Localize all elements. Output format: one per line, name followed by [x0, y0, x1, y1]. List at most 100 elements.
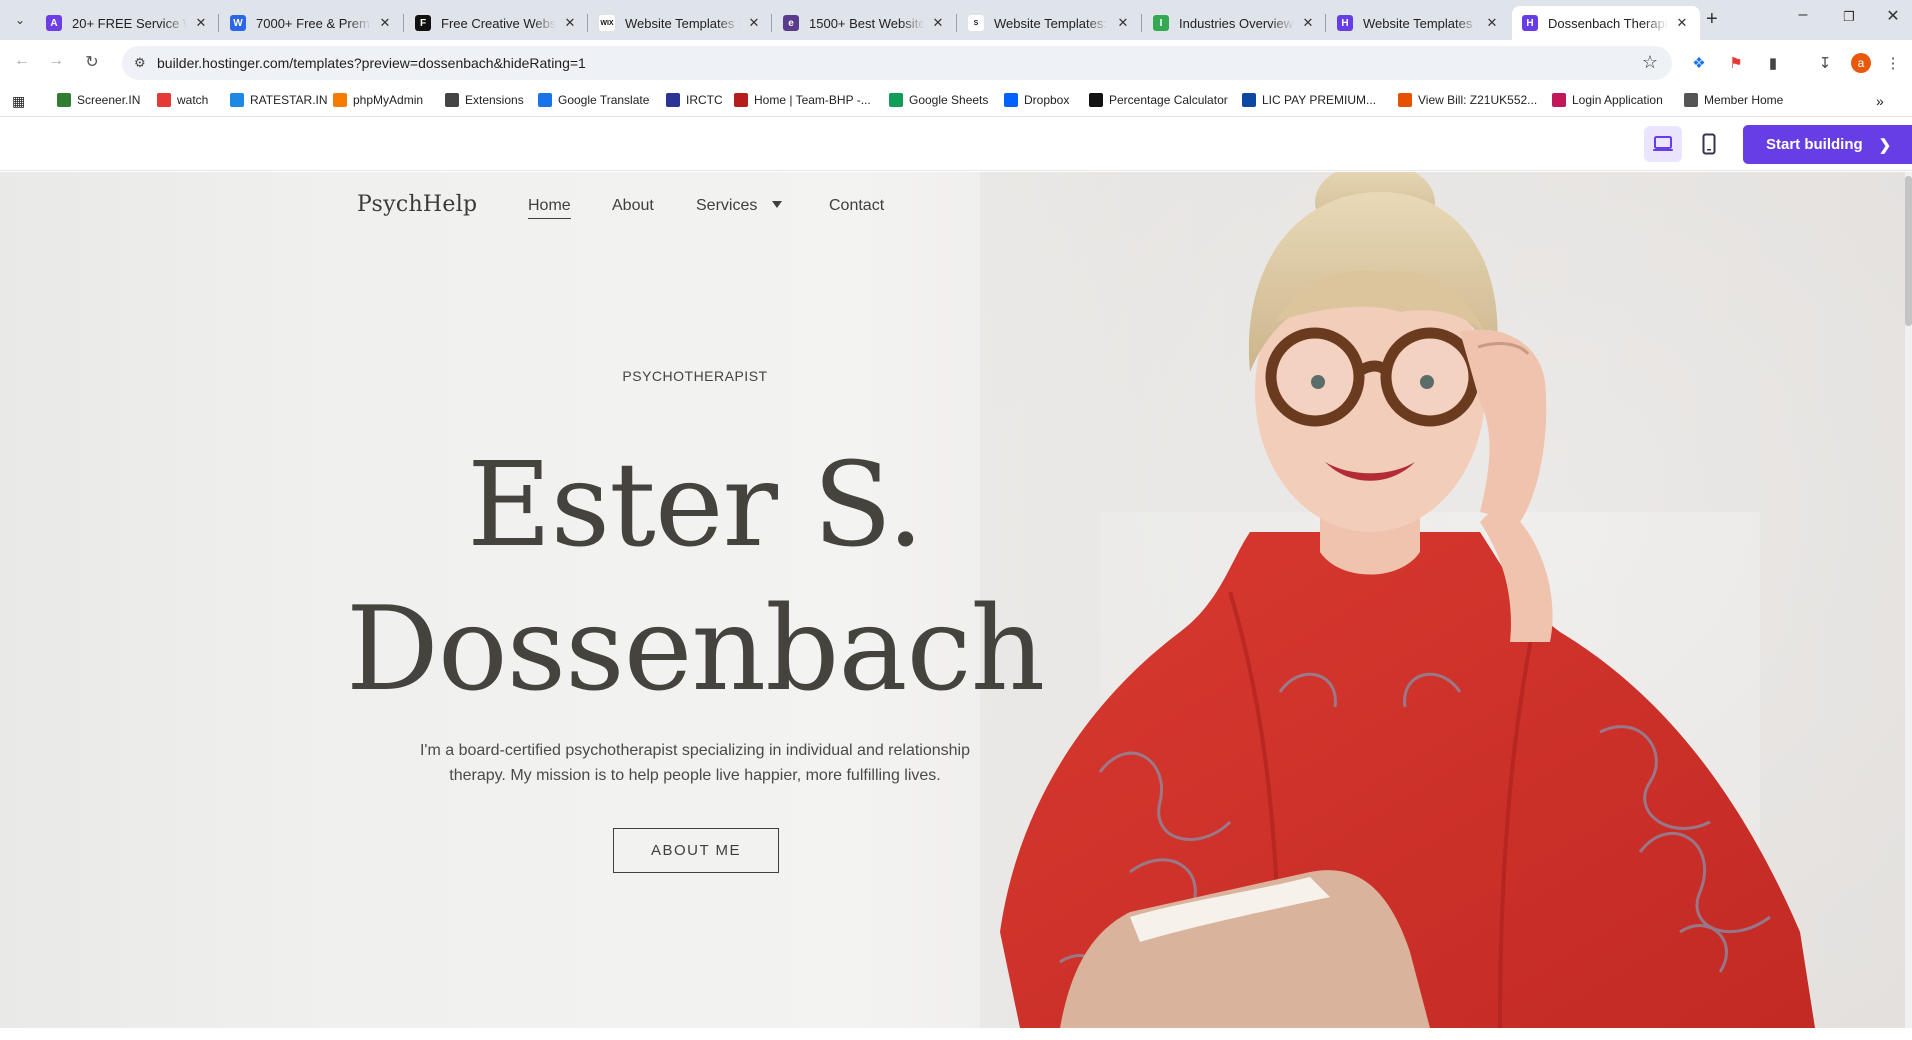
tab-title: Dossenbach Therapis [1548, 15, 1668, 31]
tab-search-chevron-icon[interactable]: ⌄ [8, 8, 32, 32]
bookmark-item[interactable]: Home | Team-BHP -... [734, 93, 871, 107]
bookmark-item[interactable]: Google Translate [538, 93, 649, 107]
bookmark-star-icon[interactable]: ☆ [1642, 52, 1658, 73]
start-building-label: Start building [1766, 136, 1863, 153]
menu-kebab-icon[interactable]: ⋮ [1880, 50, 1906, 76]
hero-title-line-2: Dossenbach [345, 582, 1045, 717]
nav-about[interactable]: About [612, 197, 654, 215]
forward-icon[interactable]: → [44, 52, 68, 70]
browser-tab[interactable]: H Dossenbach Therapis ✕ [1512, 6, 1700, 40]
start-building-button[interactable]: Start building ❯ [1743, 125, 1912, 164]
shield-extension-icon[interactable]: ⚑ [1723, 50, 1749, 76]
browser-tab[interactable]: S Website Templates: C ✕ [958, 6, 1141, 40]
browser-tab[interactable]: H Website Templates | F ✕ [1327, 6, 1510, 40]
browser-tab[interactable]: F Free Creative Website ✕ [405, 6, 588, 40]
desktop-view-button[interactable] [1644, 126, 1682, 162]
bookmark-item[interactable]: Percentage Calculator [1089, 93, 1228, 107]
bookmark-label: Screener.IN [77, 93, 141, 107]
tab-separator [1325, 14, 1326, 32]
nav-contact[interactable]: Contact [829, 197, 884, 215]
bookmark-item[interactable]: View Bill: Z21UK552... [1398, 93, 1537, 107]
new-tab-plus-icon[interactable]: + [1706, 8, 1718, 31]
tab-close-icon[interactable]: ✕ [1115, 15, 1131, 31]
bookmark-label: IRCTC [686, 93, 723, 107]
bookmark-label: phpMyAdmin [353, 93, 424, 107]
bookmark-favicon-icon [230, 93, 244, 107]
reload-icon[interactable]: ↻ [80, 52, 104, 72]
browser-tab[interactable]: W 7000+ Free & Premium ✕ [220, 6, 403, 40]
bookmark-favicon-icon [57, 93, 71, 107]
tab-title: Industries Overview - [1179, 15, 1294, 31]
bookmark-favicon-icon [1552, 93, 1566, 107]
tab-favicon-icon: WIX [599, 15, 615, 31]
close-window-icon[interactable]: ✕ [1870, 6, 1912, 26]
tab-close-icon[interactable]: ✕ [1674, 15, 1690, 31]
scrollbar-thumb[interactable] [1905, 176, 1912, 326]
bookmark-item[interactable]: IRCTC [666, 93, 723, 107]
nav-home[interactable]: Home [528, 197, 571, 219]
tab-separator [218, 14, 219, 32]
tab-separator [1141, 14, 1142, 32]
tab-separator [587, 14, 588, 32]
nav-services[interactable]: Services [696, 197, 757, 215]
phone-icon [1702, 133, 1716, 155]
bookmark-item[interactable]: Dropbox [1004, 93, 1069, 107]
url-text[interactable]: builder.hostinger.com/templates?preview=… [157, 55, 586, 71]
browser-tab[interactable]: WIX Website Templates | 2 ✕ [589, 6, 772, 40]
tab-title: 20+ FREE Service Web [72, 15, 187, 31]
site-info-icon[interactable]: ⚙ [134, 55, 146, 71]
bookmark-favicon-icon [538, 93, 552, 107]
bookmark-item[interactable]: watch [157, 93, 208, 107]
bookmark-item[interactable]: Member Home [1684, 93, 1783, 107]
bookmark-item[interactable]: Extensions [445, 93, 524, 107]
browser-tab[interactable]: I Industries Overview - ✕ [1143, 6, 1326, 40]
address-bar[interactable]: ⚙ builder.hostinger.com/templates?previe… [122, 46, 1672, 80]
tab-separator [956, 14, 957, 32]
mobile-view-button[interactable] [1690, 126, 1728, 162]
tab-separator [771, 14, 772, 32]
browser-tab[interactable]: e 1500+ Best Website T ✕ [773, 6, 956, 40]
bookmark-item[interactable]: Login Application [1552, 93, 1663, 107]
bookmark-label: Home | Team-BHP -... [754, 93, 871, 107]
extensions-puzzle-icon[interactable]: ▮ [1760, 50, 1786, 76]
bookmark-label: RATESTAR.IN [250, 93, 328, 107]
bookmark-label: Member Home [1704, 93, 1784, 107]
tab-favicon-icon: H [1522, 15, 1538, 31]
bookmark-item[interactable]: LIC PAY PREMIUM... [1242, 93, 1376, 107]
bookmark-label: Dropbox [1024, 93, 1070, 107]
therapist-portrait-image [980, 172, 1905, 1028]
bookmark-item[interactable]: phpMyAdmin [333, 93, 423, 107]
back-icon[interactable]: ← [10, 52, 34, 70]
restore-icon[interactable]: ❐ [1826, 9, 1872, 25]
hero-intro: I'm a board-certified psychotherapist sp… [419, 742, 971, 784]
about-me-button[interactable]: ABOUT ME [613, 828, 779, 873]
extension-icon[interactable]: ❖ [1686, 50, 1712, 76]
bookmark-label: Percentage Calculator [1109, 93, 1228, 107]
tab-close-icon[interactable]: ✕ [1484, 15, 1500, 31]
bookmark-favicon-icon [1684, 93, 1698, 107]
apps-grid-icon[interactable]: ▦ [12, 93, 25, 110]
tab-close-icon[interactable]: ✕ [562, 15, 578, 31]
browser-tab[interactable]: A 20+ FREE Service Web ✕ [36, 6, 219, 40]
services-caret-icon[interactable] [772, 201, 782, 208]
download-icon[interactable]: ↧ [1812, 50, 1838, 76]
site-logo[interactable]: PsychHelp [357, 192, 477, 217]
minimize-icon[interactable]: – [1780, 6, 1826, 24]
bookmark-item[interactable]: Screener.IN [57, 93, 140, 107]
bookmark-favicon-icon [666, 93, 680, 107]
bookmark-label: Google Translate [558, 93, 650, 107]
tab-close-icon[interactable]: ✕ [193, 15, 209, 31]
tab-close-icon[interactable]: ✕ [930, 15, 946, 31]
profile-avatar[interactable]: a [1851, 53, 1871, 73]
page-scrollbar[interactable] [1905, 172, 1912, 1028]
bookmark-item[interactable]: Google Sheets [889, 93, 988, 107]
bookmark-favicon-icon [734, 93, 748, 107]
tab-close-icon[interactable]: ✕ [377, 15, 393, 31]
tab-close-icon[interactable]: ✕ [746, 15, 762, 31]
tab-close-icon[interactable]: ✕ [1300, 15, 1316, 31]
hero-title: Ester S. Dossenbach [340, 434, 1050, 722]
bookmark-item[interactable]: RATESTAR.IN [230, 93, 328, 107]
template-preview: PsychHelp Home About Services Contact PS… [0, 172, 1905, 1028]
more-bookmarks-icon[interactable]: » [1876, 93, 1884, 109]
bookmark-label: LIC PAY PREMIUM... [1262, 93, 1377, 107]
